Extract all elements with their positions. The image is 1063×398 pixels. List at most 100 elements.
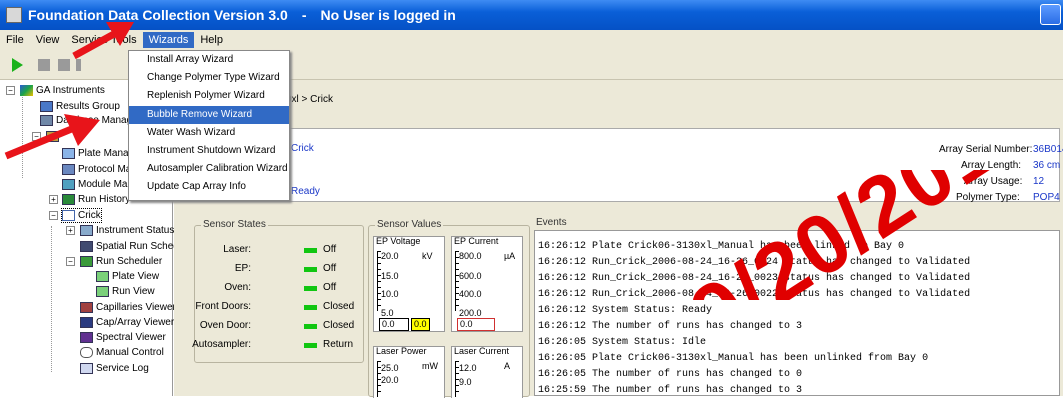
run-play-icon[interactable] <box>12 58 23 72</box>
skip-icon[interactable] <box>58 59 70 71</box>
menu-item-change-polymer-type-wizard[interactable]: Change Polymer Type Wizard <box>129 69 289 87</box>
results-group-icon <box>40 101 53 112</box>
event-row: 16:26:12 The number of runs has changed … <box>538 321 803 332</box>
laser-current-gauge: Laser Current A 12.0 9.0 <box>451 346 523 398</box>
window-control-button[interactable] <box>1040 4 1061 25</box>
menu-item-bubble-remove-wizard[interactable]: Bubble Remove Wizard <box>129 105 289 124</box>
gauge-tick: 9.0 <box>459 377 472 387</box>
menu-help[interactable]: Help <box>194 32 229 48</box>
menu-wizards[interactable]: Wizards <box>142 32 195 48</box>
tree-item-plate-view[interactable]: Plate View <box>96 270 159 283</box>
tree-label: Crick <box>78 210 101 221</box>
events-log[interactable]: 16:26:12 Plate Crick06-3130xl_Manual has… <box>534 230 1060 396</box>
tree-item-ga-instruments[interactable]: GA Instruments <box>20 84 105 97</box>
status-led-icon <box>304 267 317 272</box>
window-title: Foundation Data Collection Version 3.0 <box>28 7 288 23</box>
tree-item-instrument-status[interactable]: Instrument Status <box>80 224 174 237</box>
event-row: 16:26:12 Plate Crick06-3130xl_Manual has… <box>538 241 905 252</box>
sensor-values-group: Sensor Values EP Voltage kV 20.0 15.0 10… <box>368 219 530 398</box>
sensor-value: Off <box>323 263 337 274</box>
instruments-icon <box>20 85 33 96</box>
event-row: 16:26:12 Run_Crick_2006-08-24_16-26_0022… <box>538 289 971 300</box>
tree-item-run-view[interactable]: Run View <box>96 285 155 298</box>
event-row: 16:26:05 The number of runs has changed … <box>538 369 803 380</box>
instrument-panel: 0xl > Crick Crick Ready Array Serial Num… <box>174 80 1063 398</box>
array-length-value: 36 cm <box>1033 160 1061 171</box>
sensor-state-row: Oven: Off <box>195 282 365 295</box>
breadcrumb: 0xl > Crick <box>286 94 333 105</box>
menu-item-update-cap-array-info[interactable]: Update Cap Array Info <box>129 178 289 196</box>
event-row: 16:26:12 Run_Crick_2006-08-24_16-26_0023… <box>538 273 971 284</box>
menu-bar: File View Service Tools Wizards Help <box>0 30 1063 50</box>
tree-item-run-history[interactable]: Run History <box>62 193 130 206</box>
tree-label: GA Instruments <box>36 85 105 96</box>
sensor-value: Closed <box>323 301 355 312</box>
annotation-arrow-icon <box>4 114 100 160</box>
tree-item-service-log[interactable]: Service Log <box>80 362 149 375</box>
array-usage-value: 12 <box>1033 176 1045 187</box>
tree-item-crick[interactable]: Crick <box>61 208 102 223</box>
gauge-title: EP Voltage <box>376 236 421 246</box>
tree-item-protocol-manager[interactable]: Protocol Mar <box>62 163 135 176</box>
stop-icon[interactable] <box>38 59 50 71</box>
tree-item-spectral-viewer[interactable]: Spectral Viewer <box>80 331 166 344</box>
hand-icon <box>80 347 93 358</box>
sensor-label: Autosampler: <box>192 339 251 350</box>
gauge-unit: µA <box>504 251 516 261</box>
plate-view-icon <box>96 271 109 282</box>
sensor-state-row: Oven Door: Closed <box>195 320 365 333</box>
tree-label: Protocol Mar <box>78 164 135 175</box>
menu-item-water-wash-wizard[interactable]: Water Wash Wizard <box>129 124 289 142</box>
run-history-expander-icon[interactable]: + <box>49 195 58 204</box>
service-log-icon <box>80 363 93 374</box>
tree-label: Instrument Status <box>96 225 175 236</box>
gauge-tick: 20.0 <box>381 375 399 385</box>
run-scheduler-expander-icon[interactable]: − <box>66 257 75 266</box>
gauge-title: EP Current <box>454 236 499 246</box>
menu-file[interactable]: File <box>0 32 30 48</box>
tree-item-cap-array-viewer[interactable]: Cap/Array Viewer <box>80 316 174 329</box>
menu-item-replenish-polymer-wizard[interactable]: Replenish Polymer Wizard <box>129 87 289 105</box>
gauge-tick: 10.0 <box>381 289 399 299</box>
title-bar: Foundation Data Collection Version 3.0 -… <box>0 0 1063 30</box>
menu-item-install-array-wizard[interactable]: Install Array Wizard <box>129 51 289 69</box>
sensor-label: Laser: <box>223 244 251 255</box>
gauge-tick: 25.0 <box>381 363 399 373</box>
ep-current-readout: 0.0 <box>457 318 495 331</box>
gauge-title: Laser Power <box>376 346 427 356</box>
tree-item-manual-control[interactable]: Manual Control <box>80 346 164 359</box>
instrument-name: Crick <box>291 143 314 154</box>
tree-item-run-scheduler[interactable]: Run Scheduler <box>80 255 162 268</box>
event-row: 16:26:05 Plate Crick06-3130xl_Manual has… <box>538 353 929 364</box>
tree-label: Run View <box>112 286 155 297</box>
sensor-label: Oven: <box>224 282 251 293</box>
crick-expander-icon[interactable]: − <box>49 211 58 220</box>
instrument-status-expander-icon[interactable]: + <box>66 226 75 235</box>
laser-power-gauge: Laser Power mW 25.0 20.0 <box>373 346 445 398</box>
menu-view[interactable]: View <box>30 32 66 48</box>
menu-item-instrument-shutdown-wizard[interactable]: Instrument Shutdown Wizard <box>129 142 289 160</box>
sensor-state-row: EP: Off <box>195 263 365 276</box>
root-expander-icon[interactable]: − <box>6 86 15 95</box>
instrument-status-icon <box>80 225 93 236</box>
tree-item-capillaries-viewer[interactable]: Capillaries Viewer <box>80 301 176 314</box>
tree-label: Cap/Array Viewer <box>96 317 175 328</box>
event-row: 16:26:12 Run_Crick_2006-08-24_16-26_0024… <box>538 257 971 268</box>
gauge-tick: 12.0 <box>459 363 477 373</box>
event-row: 16:25:59 The number of runs has changed … <box>538 385 803 396</box>
gauge-tick: 600.0 <box>459 271 482 281</box>
sensor-label: EP: <box>234 263 251 274</box>
sensor-values-title: Sensor Values <box>375 219 444 230</box>
gauge-tick: 15.0 <box>381 271 399 281</box>
title-separator: - <box>301 7 307 23</box>
sensor-state-row: Autosampler: Return <box>192 339 365 352</box>
sensor-label: Front Doors: <box>195 301 251 312</box>
menu-item-autosampler-calibration-wizard[interactable]: Autosampler Calibration Wizard <box>129 160 289 178</box>
pause-icon[interactable] <box>76 59 81 71</box>
gauge-tick: 20.0 <box>381 251 399 261</box>
sensor-value: Off <box>323 282 337 293</box>
status-led-icon <box>304 286 317 291</box>
sensor-value: Closed <box>323 320 355 331</box>
polymer-type-label: Polymer Type: <box>956 192 1020 203</box>
gauge-unit: mW <box>422 361 438 371</box>
